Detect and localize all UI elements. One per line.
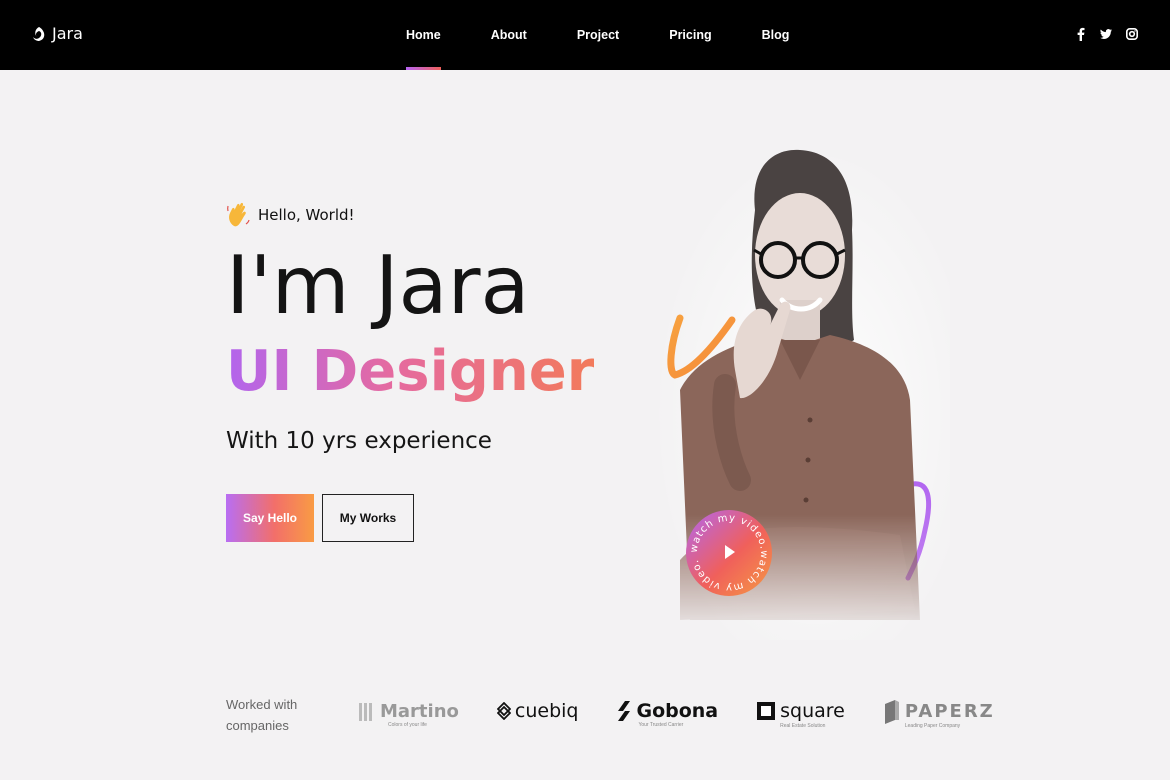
hero-experience: With 10 yrs experience [226,428,492,454]
logo-text: Jara [52,24,83,43]
nav-project[interactable]: Project [563,0,633,70]
greeting-text: Hello, World! [258,206,355,224]
my-works-button[interactable]: My Works [322,494,414,542]
martino-tagline: Colors of your life [388,722,427,728]
paperz-tagline: Leading Paper Company [904,723,961,729]
company-logo-square: square Real Estate Solution [756,700,845,729]
nav-home[interactable]: Home [392,0,455,70]
main-nav: Home About Project Pricing Blog [392,0,825,70]
worked-with-label: Worked with companies [226,694,297,736]
square-name: square [780,700,845,722]
play-icon [725,545,735,559]
hero-name: I'm Jara [226,239,530,332]
instagram-icon[interactable] [1126,27,1138,41]
square-icon [757,702,776,720]
nav-pricing[interactable]: Pricing [655,0,725,70]
top-navbar: Jara Home About Project Pricing Blog [0,0,1170,70]
nav-blog[interactable]: Blog [748,0,804,70]
worked-with-line2: companies [226,718,289,733]
watch-video-button[interactable]: watch my video.watch my video. [686,510,772,596]
hero-role: UI Designer [226,336,594,408]
martino-icon [359,703,372,721]
nav-about[interactable]: About [477,0,541,70]
logo[interactable]: Jara [32,24,83,43]
logo-icon [33,26,45,41]
gobona-tagline: Your Trusted Carrier [638,722,684,728]
waving-hand-icon [227,202,250,227]
martino-name: Martino [380,700,459,722]
company-logo-paperz: PAPERZ Leading Paper Company [883,698,995,729]
paperz-name: PAPERZ [904,700,995,722]
hero-portrait: watch my video.watch my video. [640,140,960,640]
cuebiq-icon [496,702,511,720]
square-tagline: Real Estate Solution [780,723,826,729]
worked-with-line1: Worked with [226,697,298,712]
gobona-icon [618,701,631,721]
facebook-icon[interactable] [1076,27,1086,41]
paperz-icon [884,700,899,724]
company-logos: Martino Colors of your life cuebiq Gobon… [358,698,995,729]
company-logo-cuebiq: cuebiq [496,700,579,722]
say-hello-button[interactable]: Say Hello [226,494,314,542]
greeting: Hello, World! [226,200,355,230]
company-logo-gobona: Gobona Your Trusted Carrier [616,699,719,728]
gobona-name: Gobona [636,700,719,722]
company-logo-martino: Martino Colors of your life [358,699,459,728]
twitter-icon[interactable] [1100,27,1112,41]
social-links [1076,27,1138,41]
cuebiq-name: cuebiq [514,700,579,722]
